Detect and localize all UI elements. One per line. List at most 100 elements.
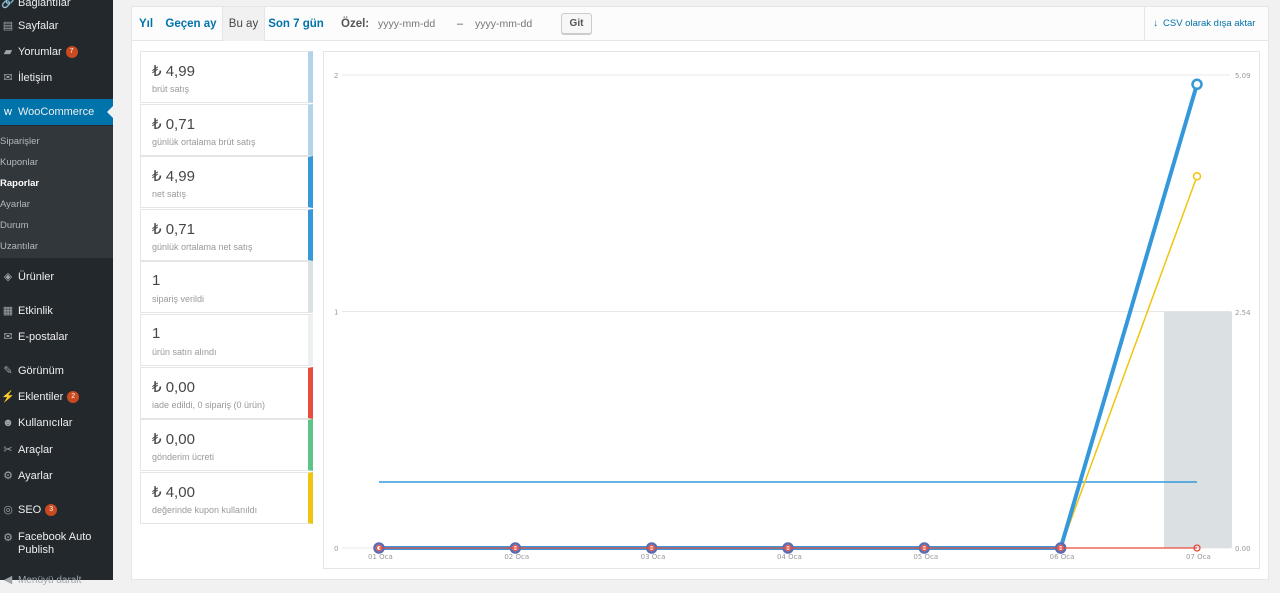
- legend-description: net satış: [152, 189, 187, 200]
- coupons-line: [379, 176, 1198, 549]
- submenu-item[interactable]: Uzantılar: [0, 241, 38, 252]
- sidebar-item-comments[interactable]: ▰ Yorumlar 7: [0, 39, 113, 65]
- end-date-input[interactable]: [475, 16, 547, 32]
- current-menu-arrow: [107, 106, 113, 118]
- submenu-item[interactable]: Kuponlar: [0, 157, 38, 168]
- sidebar-item-settings-label: Ayarlar: [18, 470, 53, 482]
- legend-description: iade edildi, 0 sipariş (0 ürün): [152, 399, 266, 410]
- legend-item[interactable]: ₺ 4,99 net satış: [140, 156, 313, 209]
- legend-description: değerinde kupon kullanıldı: [152, 504, 258, 515]
- sidebar-item-contact-label: İletişim: [18, 72, 53, 84]
- sidebar-item-tools[interactable]: ✂ Araçlar: [0, 437, 113, 463]
- y-left-tick-label: 0: [334, 545, 338, 553]
- y-right-tick-label: 2.54: [1235, 309, 1251, 317]
- order-count-bar: [1164, 311, 1232, 548]
- legend-item[interactable]: ₺ 0,00 iade edildi, 0 sipariş (0 ürün): [140, 366, 313, 419]
- admin-sidebar: 🔗 Bağlantılar ▤ Sayfalar ▰ Yorumlar 7 ✉ İletişim…: [0, 0, 113, 586]
- legend-amount: ₺ 0,71: [152, 220, 195, 238]
- legend-amount: ₺ 4,00: [152, 483, 195, 501]
- sidebar-item-users-label: Kullanıcılar: [18, 417, 73, 429]
- sidebar-item-comments-count-badge: 7: [65, 46, 78, 58]
- page-icon: ▤: [2, 20, 14, 32]
- sidebar-item-products-label: Ürünler: [18, 271, 55, 283]
- legend-description: günlük ortalama net satış: [152, 241, 253, 252]
- net_sales-point: [1191, 78, 1203, 91]
- legend-description: brüt satış: [152, 84, 190, 94]
- legend-description: ürün satın alındı: [152, 347, 217, 357]
- sales-chart: 0 1 2 0.00 2.54 5.09 01 Oca 02 Oca 03 Oca 04 Oca 0…: [323, 51, 1260, 569]
- sidebar-item-products[interactable]: ◈ Ürünler: [0, 264, 113, 290]
- legend-item[interactable]: 1 ürün satın alındı: [140, 314, 313, 366]
- sidebar-item-facebook-label: Facebook Auto Publish: [18, 531, 92, 556]
- collapse-icon: ◀: [3, 574, 13, 586]
- sidebar-item-appearance[interactable]: ✎ Görünüm: [0, 358, 113, 384]
- sidebar-item-events[interactable]: ▦ Etkinlik: [0, 298, 113, 324]
- legend-description: günlük ortalama brüt satış: [152, 136, 256, 147]
- user-icon: ☻: [2, 417, 14, 429]
- tab-last-month[interactable]: Geçen ay: [160, 7, 222, 41]
- sales-chart-svg: 0 1 2 0.00 2.54 5.09 01 Oca 02 Oca 03 Oca 04 Oca 0…: [334, 72, 1251, 561]
- email-icon: ✉: [3, 331, 13, 343]
- sidebar-item-comments-label: Yorumlar: [18, 46, 62, 58]
- sidebar-item-contact[interactable]: ✉ İletişim: [0, 65, 113, 91]
- sidebar-item-seo-label: SEO: [18, 504, 42, 516]
- box-icon: ◈: [3, 271, 13, 283]
- x-tick-label: 04 Oca: [777, 553, 802, 561]
- tab-last-7-days[interactable]: Son 7 gün: [265, 7, 327, 41]
- x-tick-label: 06 Oca: [1050, 553, 1075, 561]
- sidebar-item-collapse-label: Menüyü daralt: [18, 574, 82, 586]
- sidebar-item-appearance-label: Görünüm: [18, 365, 64, 377]
- export-csv-link[interactable]: ↓ CSV olarak dışa aktar: [1144, 7, 1268, 41]
- submenu-item[interactable]: Siparişler: [0, 136, 40, 147]
- legend-amount: 1: [152, 325, 161, 342]
- sidebar-item-seo-count-badge: 3: [45, 504, 58, 516]
- legend-amount: 1: [152, 272, 161, 290]
- x-tick-label: 03 Oca: [641, 553, 666, 561]
- y-left-tick-label: 2: [334, 72, 338, 80]
- sidebar-item-woocommerce[interactable]: w WooCommerce: [0, 99, 113, 125]
- x-tick-label: 07 Oca: [1186, 553, 1211, 561]
- legend-item[interactable]: ₺ 0,71 günlük ortalama brüt satış: [140, 103, 313, 156]
- legend-amount: ₺ 0,00: [152, 378, 195, 396]
- start-date-input[interactable]: [378, 16, 450, 32]
- legend-item[interactable]: ₺ 4,99 brüt satış: [140, 51, 313, 103]
- legend-amount: ₺ 4,99: [152, 168, 195, 186]
- sidebar-item-settings[interactable]: ⚙ Ayarlar: [0, 463, 113, 489]
- legend-item[interactable]: ₺ 0,71 günlük ortalama net satış: [140, 208, 313, 261]
- sidebar-item-emails[interactable]: ✉ E-postalar: [0, 324, 113, 350]
- submenu-item[interactable]: Durum: [0, 220, 29, 231]
- sidebar-item-users[interactable]: ☻ Kullanıcılar: [0, 410, 113, 436]
- submenu-item[interactable]: Ayarlar: [0, 199, 30, 210]
- sidebar-item-collapse[interactable]: ◀ Menüyü daralt: [0, 567, 113, 593]
- sidebar-item-seo[interactable]: ◎ SEO 3: [0, 497, 113, 523]
- woo-icon: w: [4, 106, 12, 118]
- gear-icon: ⚙: [3, 532, 13, 544]
- plugin-icon: ⚡: [1, 391, 15, 403]
- sidebar-item-facebook[interactable]: ⚙ Facebook Auto Publish: [0, 531, 113, 561]
- legend-amount: ₺ 0,71: [152, 115, 195, 133]
- y-right-tick-label: 5.09: [1235, 72, 1251, 80]
- legend-amount: ₺ 4,99: [152, 63, 195, 80]
- brush-icon: ✎: [3, 365, 13, 377]
- legend-description: sipariş verildi: [152, 294, 205, 305]
- sidebar-item-tools-label: Araçlar: [18, 444, 53, 456]
- legend-amount: ₺ 0,00: [152, 431, 195, 449]
- tab-year[interactable]: Yıl: [132, 7, 160, 41]
- sidebar-item-plugins[interactable]: ⚡ Eklentiler 2: [0, 384, 113, 410]
- legend-item[interactable]: ₺ 0,00 gönderim ücreti: [140, 419, 313, 472]
- sidebar-item-emails-label: E-postalar: [18, 331, 69, 343]
- mail-icon: ✉: [3, 72, 13, 84]
- go-button[interactable]: Git: [561, 13, 592, 34]
- net_sales-line: [379, 83, 1199, 550]
- sidebar-item-plugins-count-badge: 2: [67, 391, 80, 403]
- sidebar-item-woocommerce-label: WooCommerce: [18, 106, 95, 118]
- legend-item[interactable]: 1 sipariş verildi: [140, 261, 313, 314]
- submenu-item[interactable]: Raporlar: [0, 178, 39, 189]
- sidebar-item-links-label: Bağlantılar: [18, 0, 71, 9]
- calendar-icon: ▦: [2, 305, 14, 317]
- export-csv-label: CSV olarak dışa aktar: [1163, 18, 1256, 29]
- legend-item[interactable]: ₺ 4,00 değerinde kupon kullanıldı: [140, 471, 313, 524]
- download-arrow-icon: ↓: [1153, 18, 1158, 29]
- sidebar-item-pages[interactable]: ▤ Sayfalar: [0, 13, 113, 39]
- tab-this-month[interactable]: Bu ay: [222, 7, 265, 41]
